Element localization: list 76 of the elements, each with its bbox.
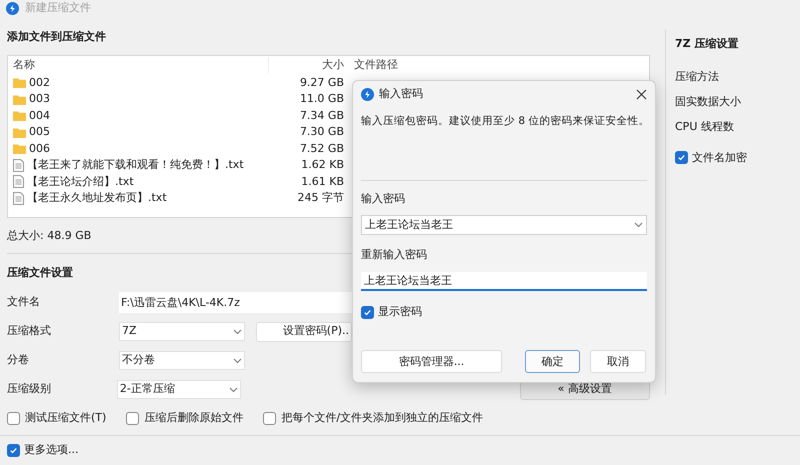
checkbox[interactable]: [263, 412, 276, 424]
folder-icon: [13, 94, 26, 105]
column-header[interactable]: 文件路径: [348, 56, 597, 74]
document-icon: [13, 192, 24, 205]
dropdown[interactable]: 7Z: [119, 322, 245, 341]
field-label: 压缩级别: [7, 381, 52, 398]
file-size: 1.61 KB: [300, 174, 345, 190]
checkbox[interactable]: [361, 306, 374, 318]
password-field[interactable]: 上老王论坛当老王: [361, 215, 647, 236]
total-size: 总大小: 48.9 GB: [7, 228, 92, 244]
option-label: 测试压缩文件(T): [25, 410, 106, 426]
file-size: 7.34 GB: [298, 108, 345, 124]
cancel-button[interactable]: 取消: [590, 350, 646, 374]
file-size: 7.30 GB: [298, 124, 345, 140]
field-label: 分卷: [7, 352, 30, 368]
document-icon: [13, 158, 24, 172]
app-icon: [6, 2, 19, 14]
file-name: 【老王永久地址发布页】.txt: [27, 190, 167, 206]
file-name: 005: [29, 124, 50, 140]
file-size: 1.62 KB: [300, 157, 345, 173]
field-label: 重新输入密码: [361, 247, 428, 264]
window-title: 新建压缩文件: [25, 0, 91, 16]
option-label: 把每个文件/文件夹添加到独立的压缩文件: [281, 410, 484, 426]
document-icon: [13, 175, 24, 188]
ok-button[interactable]: 确定: [525, 350, 580, 374]
file-row[interactable]: 【老王论坛介绍】.txt 1.61 KB: [8, 174, 649, 190]
field-label: 文件名: [7, 294, 41, 310]
file-name: 006: [29, 140, 50, 156]
setting-label: 压缩方法: [675, 68, 720, 84]
caret-icon: [233, 328, 242, 334]
password-manager-button[interactable]: 密码管理器...: [361, 350, 502, 374]
column-header[interactable]: 大小: [268, 56, 348, 74]
folder-icon: [13, 126, 26, 138]
folder-icon: [13, 110, 26, 122]
file-name: 004: [29, 108, 50, 124]
caret-icon: [634, 222, 643, 228]
file-row[interactable]: 006 7.52 GB: [8, 140, 649, 157]
section-heading: 添加文件到压缩文件: [7, 29, 106, 45]
file-size: 245 字节: [296, 190, 345, 206]
check-icon: [9, 446, 18, 455]
field-label: 输入密码: [361, 190, 406, 207]
setting-label: 固实数据大小: [675, 94, 742, 110]
set-password-button[interactable]: 设置密码(P)..: [256, 322, 352, 342]
file-name: 【老王来了就能下载和观看！纯免费！】.txt: [27, 157, 244, 173]
caret-icon: [233, 358, 242, 364]
file-size: 9.27 GB: [298, 74, 345, 90]
setting-label: CPU 线程数: [675, 118, 735, 134]
file-size: 7.52 GB: [298, 140, 345, 156]
checkbox[interactable]: [675, 151, 688, 164]
file-row[interactable]: 【老王来了就能下载和观看！纯免费！】.txt 1.62 KB: [8, 157, 649, 174]
section-heading: 压缩文件设置: [7, 264, 73, 280]
dropdown[interactable]: 2-正常压缩: [116, 380, 241, 399]
file-name: 002: [29, 74, 50, 90]
close-icon[interactable]: [636, 88, 647, 100]
caret-icon: [228, 386, 238, 392]
option-label: 更多选项...: [24, 442, 78, 458]
file-name: 003: [29, 91, 50, 107]
panel-heading: 7Z 压缩设置: [675, 36, 740, 52]
app-icon: [361, 88, 374, 100]
folder-icon: [13, 143, 26, 154]
option-label: 压缩后删除原始文件: [144, 410, 244, 426]
checkbox[interactable]: [126, 412, 140, 424]
dropdown[interactable]: 不分卷: [119, 351, 245, 370]
file-size: 11.0 GB: [298, 91, 345, 107]
option-label: 文件名加密: [692, 150, 747, 166]
folder-icon: [13, 77, 26, 88]
field-label: 压缩格式: [7, 323, 52, 340]
checkbox[interactable]: [7, 444, 20, 457]
dialog-description: 输入压缩包密码。建议使用至少 8 位的密码来保证安全性。: [361, 114, 647, 129]
checkbox[interactable]: [7, 412, 20, 424]
file-name: 【老王论坛介绍】.txt: [27, 174, 134, 190]
confirm-password-field[interactable]: 上老王论坛当老王: [361, 272, 647, 291]
column-header[interactable]: 名称: [8, 56, 268, 74]
check-icon: [363, 308, 372, 316]
check-icon: [677, 153, 686, 162]
dialog-title: 输入密码: [379, 86, 423, 102]
